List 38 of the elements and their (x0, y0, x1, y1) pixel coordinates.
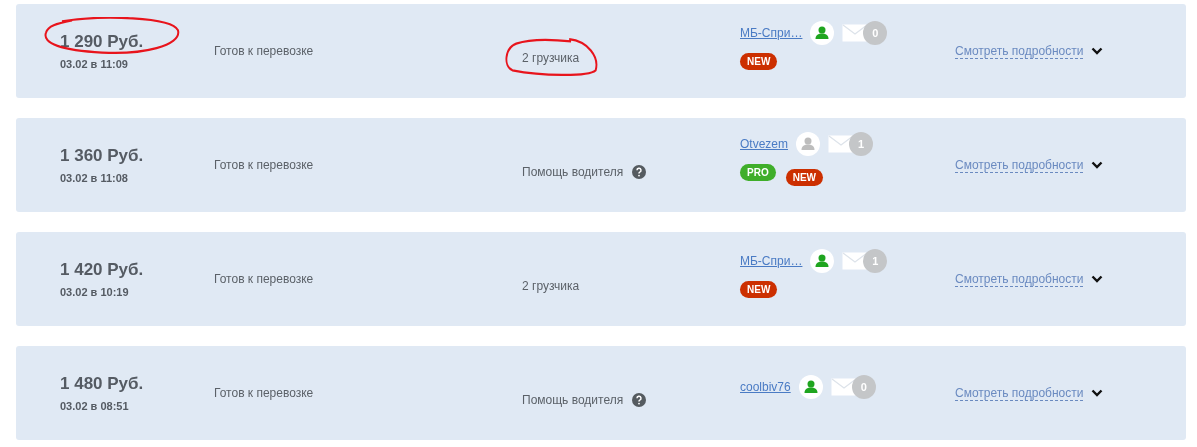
user-badge: NEW (740, 280, 778, 298)
chevron-down-icon[interactable] (1091, 389, 1104, 397)
user-link[interactable]: МБ-Спри… (740, 253, 803, 268)
order-status: Готов к перевозке (214, 44, 315, 58)
message-count: 1 (863, 248, 888, 273)
chevron-down-icon[interactable] (1091, 161, 1104, 169)
service-type: Помощь водителя (522, 164, 624, 179)
price: 1 480 Руб. (60, 374, 144, 393)
order-date: 03.02 в 11:09 (60, 58, 129, 70)
order-date: 03.02 в 08:51 (60, 400, 130, 412)
user-link[interactable]: МБ-Спри… (740, 25, 803, 40)
user-link[interactable]: Otvezem (740, 137, 788, 151)
service-type: Помощь водителя (522, 392, 624, 407)
message-count: 0 (851, 375, 876, 399)
order-status: Готов к перевозке (214, 158, 315, 172)
order-date: 03.02 в 10:19 (60, 286, 130, 298)
user-badge: NEW (785, 169, 823, 186)
user-badge: PRO (740, 164, 776, 181)
details-link[interactable]: Смотреть подробности (955, 385, 1084, 401)
service-type: 2 грузчика (522, 50, 580, 65)
details-link[interactable]: Смотреть подробности (955, 43, 1084, 59)
price: 1 420 Руб. (60, 260, 144, 279)
help-icon[interactable] (632, 164, 647, 179)
chevron-down-icon[interactable] (1091, 47, 1104, 55)
price: 1 360 Руб. (60, 146, 144, 165)
details-link[interactable]: Смотреть подробности (955, 271, 1084, 287)
order-date: 03.02 в 11:08 (60, 172, 129, 184)
service-type: 2 грузчика (522, 278, 580, 293)
message-count: 1 (849, 132, 873, 156)
details-link[interactable]: Смотреть подробности (955, 157, 1084, 173)
order-status: Готов к перевозке (214, 272, 315, 286)
help-icon[interactable] (632, 392, 647, 407)
user-link[interactable]: coolbiv76 (740, 380, 791, 394)
price: 1 290 Руб. (60, 32, 144, 51)
message-count: 0 (863, 20, 888, 45)
chevron-down-icon[interactable] (1091, 275, 1104, 283)
user-badge: NEW (740, 52, 778, 70)
order-status: Готов к перевозке (214, 386, 315, 400)
